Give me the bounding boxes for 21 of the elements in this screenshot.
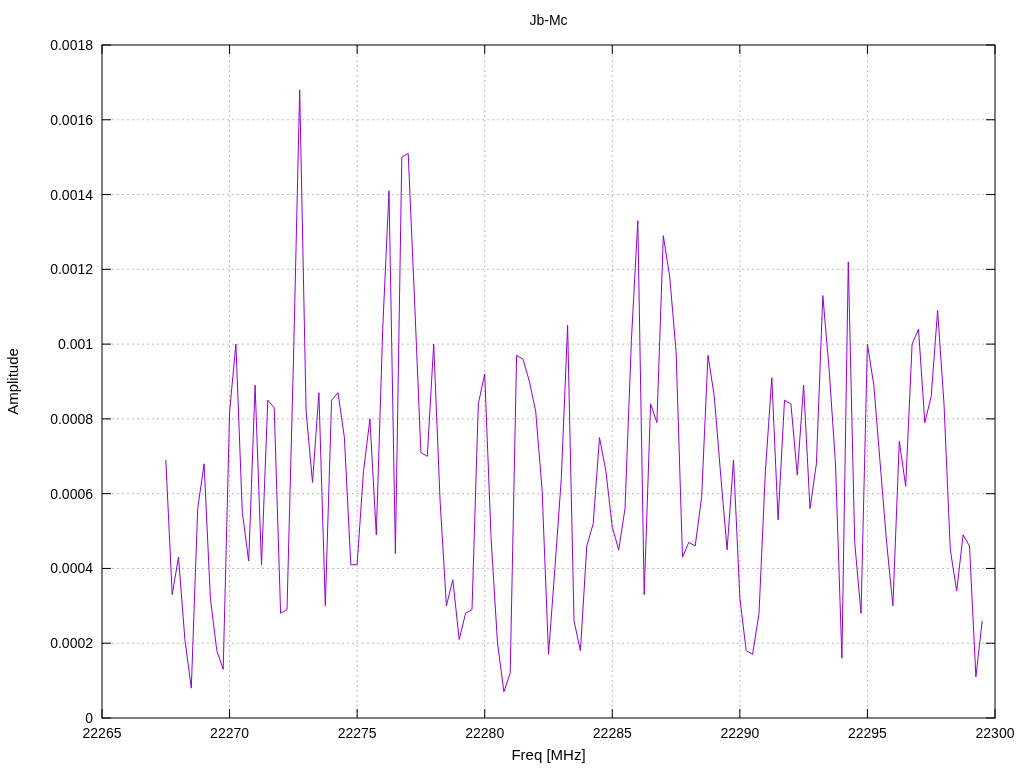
x-tick-label: 22290: [720, 725, 760, 741]
y-tick-label: 0.001: [57, 336, 93, 353]
x-axis-title: Freq [MHz]: [511, 746, 586, 763]
x-tick-label: 22300: [975, 725, 1015, 741]
x-tick-label: 22265: [82, 725, 122, 741]
y-tick-label: 0.0008: [50, 410, 93, 427]
x-tick-label: 22295: [847, 725, 887, 741]
y-tick-label: 0.0012: [50, 261, 93, 278]
x-tick-label: 22285: [592, 725, 632, 741]
y-tick-label: 0.0002: [50, 635, 93, 652]
x-tick-label: 22270: [210, 725, 250, 741]
y-tick-label: 0.0014: [50, 186, 93, 203]
x-tick-label: 22275: [337, 725, 377, 741]
y-tick-label: 0.0006: [50, 485, 93, 502]
chart-title: Jb-Mc: [529, 12, 568, 28]
y-tick-label: 0: [85, 710, 93, 726]
x-tick-label: 22280: [465, 725, 505, 741]
y-axis-title: Amplitude: [4, 348, 21, 415]
y-tick-label: 0.0004: [50, 560, 93, 577]
y-tick-label: 0.0018: [50, 37, 93, 53]
y-tick-label: 0.0016: [50, 111, 93, 128]
